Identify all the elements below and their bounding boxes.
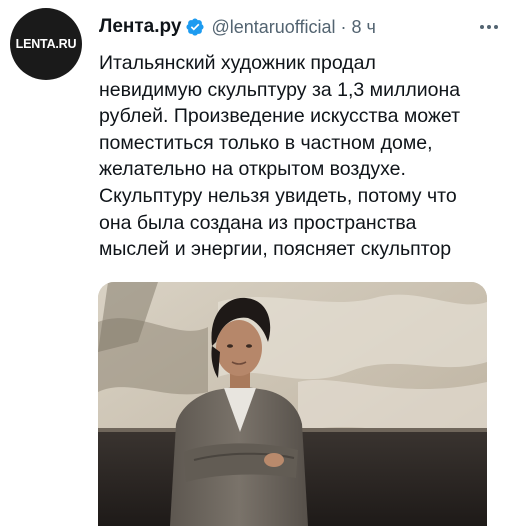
tweet-header: Лента.ру @lentaruofficial · 8 ч <box>99 14 511 40</box>
author-handle[interactable]: @lentaruofficial <box>211 17 335 38</box>
tweet[interactable]: LENTA.RU Лента.ру @lentaruofficial · 8 ч… <box>0 0 523 526</box>
tweet-text-line: желательно на открытом воздухе. <box>99 158 406 181</box>
tweet-text: Итальянский художник продал невидимую ск… <box>99 50 511 263</box>
avatar-logo: LENTA.RU <box>15 37 77 51</box>
tweet-text-line: поместиться только в частном доме, <box>99 131 433 154</box>
tweet-text-line: Итальянский художник продал <box>99 52 376 74</box>
header-separator: · <box>340 16 347 37</box>
tweet-text-line: Скульптуру нельзя увидеть, потому что <box>99 184 457 207</box>
tweet-text-line: она была создана из пространства <box>99 211 417 234</box>
tweet-timestamp[interactable]: 8 ч <box>351 17 375 38</box>
avatar[interactable]: LENTA.RU <box>10 8 82 80</box>
photo-artist <box>98 282 487 526</box>
author-display-name[interactable]: Лента.ру <box>99 16 181 38</box>
tweet-media-photo[interactable] <box>98 282 487 526</box>
tweet-text-line: невидимую скульптуру за 1,3 миллиона <box>99 78 461 101</box>
tweet-text-line: мыслей и энергии, поясняет скульптор <box>99 238 452 261</box>
tweet-text-line: рублей. Произведение искусства может <box>99 105 461 128</box>
verified-badge-icon <box>185 17 205 37</box>
more-horizontal-icon[interactable] <box>475 16 503 38</box>
